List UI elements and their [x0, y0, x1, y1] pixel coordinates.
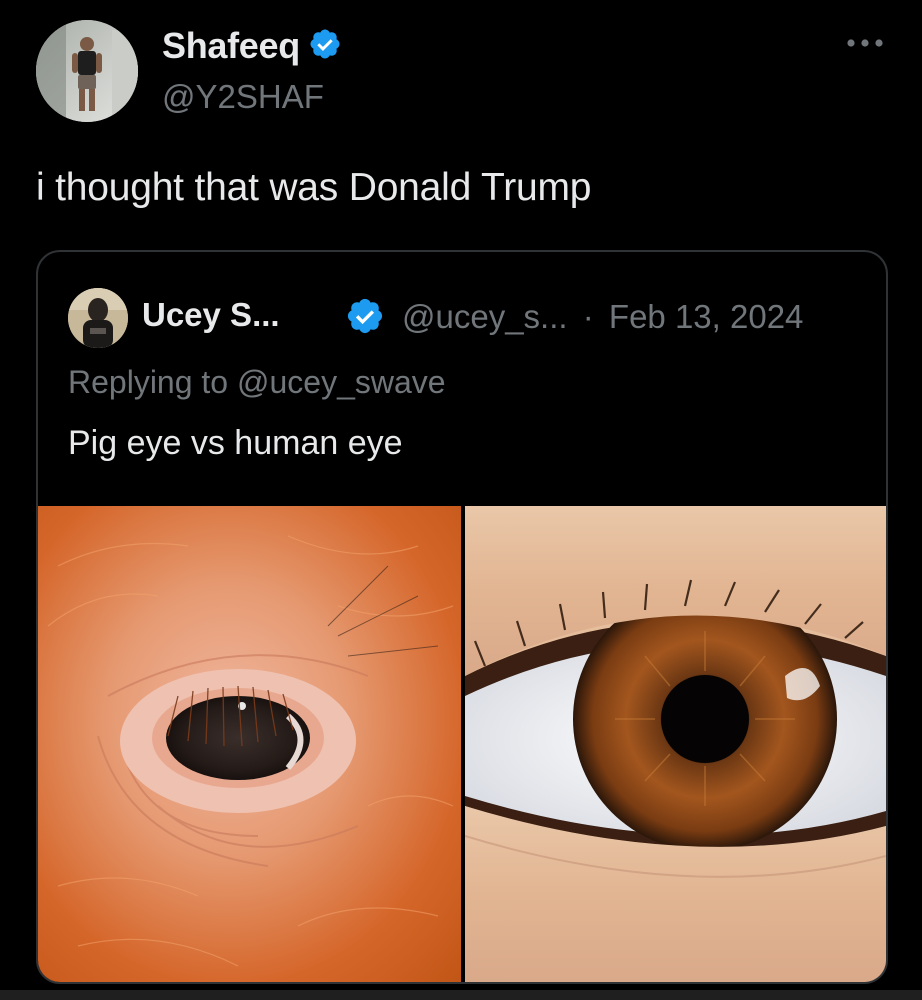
verified-badge-icon [308, 27, 342, 66]
author-handle[interactable]: @Y2SHAF [162, 78, 324, 116]
replying-to-prefix: Replying to [68, 364, 237, 400]
author-display-name[interactable]: Shafeeq [162, 25, 300, 67]
quoted-meta: @ucey_s... · Feb 13, 2024 [402, 298, 803, 336]
quoted-author-handle[interactable]: @ucey_s... [402, 298, 568, 335]
author-avatar[interactable] [36, 20, 138, 122]
more-horizontal-icon [847, 39, 883, 47]
quoted-tweet[interactable]: Ucey S... @ucey_s... · Feb 13, 2024 Repl… [36, 250, 888, 984]
meta-separator: · [582, 298, 594, 335]
verified-badge-icon [345, 296, 385, 341]
tweet-text: i thought that was Donald Trump [36, 166, 592, 209]
quoted-media-grid [38, 506, 886, 982]
quoted-author-avatar[interactable] [68, 288, 128, 348]
quoted-date[interactable]: Feb 13, 2024 [609, 298, 804, 335]
pig-eye-photo[interactable] [38, 506, 461, 982]
quoted-author-name[interactable]: Ucey S... [142, 296, 280, 334]
replying-to-handle[interactable]: @ucey_swave [237, 364, 446, 400]
bottom-divider [0, 990, 922, 1000]
quoted-tweet-text: Pig eye vs human eye [68, 424, 403, 462]
human-eye-photo[interactable] [465, 506, 886, 982]
tweet-page: Shafeeq @Y2SHAF i thought that was Donal… [0, 0, 922, 1000]
replying-to: Replying to @ucey_swave [68, 364, 446, 401]
more-options-button[interactable] [840, 28, 890, 58]
author-name-row[interactable]: Shafeeq [162, 24, 342, 68]
